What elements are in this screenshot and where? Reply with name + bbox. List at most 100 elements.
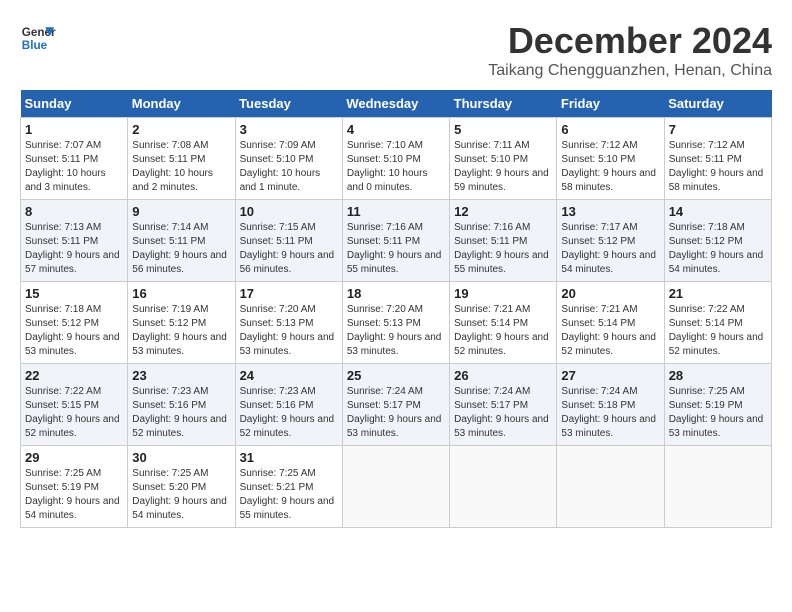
day-detail: Sunrise: 7:21 AMSunset: 5:14 PMDaylight:… xyxy=(561,303,659,359)
calendar-cell: 9 Sunrise: 7:14 AMSunset: 5:11 PMDaylight… xyxy=(128,200,235,282)
calendar-cell: 15 Sunrise: 7:18 AMSunset: 5:12 PMDayligh… xyxy=(21,282,128,364)
day-number: 29 xyxy=(25,450,123,465)
day-number: 28 xyxy=(669,368,767,383)
day-detail: Sunrise: 7:24 AMSunset: 5:17 PMDaylight:… xyxy=(347,385,445,441)
calendar-cell: 24 Sunrise: 7:23 AMSunset: 5:16 PMDayligh… xyxy=(235,364,342,446)
day-detail: Sunrise: 7:16 AMSunset: 5:11 PMDaylight:… xyxy=(454,221,552,277)
weekday-header-wednesday: Wednesday xyxy=(342,90,449,118)
day-number: 11 xyxy=(347,204,445,219)
day-number: 27 xyxy=(561,368,659,383)
calendar-cell: 8Sunrise: 7:13 AMSunset: 5:11 PMDaylight… xyxy=(21,200,128,282)
day-detail: Sunrise: 7:12 AMSunset: 5:10 PMDaylight:… xyxy=(561,139,659,195)
day-detail: Sunrise: 7:07 AMSunset: 5:11 PMDaylight:… xyxy=(25,139,123,195)
calendar-cell: 5 Sunrise: 7:11 AMSunset: 5:10 PMDaylight… xyxy=(450,118,557,200)
calendar-cell: 18 Sunrise: 7:20 AMSunset: 5:13 PMDayligh… xyxy=(342,282,449,364)
day-number: 16 xyxy=(132,286,230,301)
calendar-cell: 13 Sunrise: 7:17 AMSunset: 5:12 PMDayligh… xyxy=(557,200,664,282)
month-title: December 2024 xyxy=(488,20,772,62)
day-detail: Sunrise: 7:12 AMSunset: 5:11 PMDaylight:… xyxy=(669,139,767,195)
calendar-cell: 4 Sunrise: 7:10 AMSunset: 5:10 PMDaylight… xyxy=(342,118,449,200)
day-number: 3 xyxy=(240,122,338,137)
day-number: 21 xyxy=(669,286,767,301)
location: Taikang Chengguanzhen, Henan, China xyxy=(488,62,772,80)
title-block: December 2024 Taikang Chengguanzhen, Hen… xyxy=(488,20,772,80)
calendar-cell: 6 Sunrise: 7:12 AMSunset: 5:10 PMDaylight… xyxy=(557,118,664,200)
day-number: 13 xyxy=(561,204,659,219)
calendar-cell: 3 Sunrise: 7:09 AMSunset: 5:10 PMDaylight… xyxy=(235,118,342,200)
calendar-cell: 27 Sunrise: 7:24 AMSunset: 5:18 PMDayligh… xyxy=(557,364,664,446)
day-number: 15 xyxy=(25,286,123,301)
day-detail: Sunrise: 7:11 AMSunset: 5:10 PMDaylight:… xyxy=(454,139,552,195)
day-detail: Sunrise: 7:22 AMSunset: 5:14 PMDaylight:… xyxy=(669,303,767,359)
calendar-cell: 7 Sunrise: 7:12 AMSunset: 5:11 PMDaylight… xyxy=(664,118,771,200)
calendar-cell xyxy=(450,446,557,528)
weekday-header-thursday: Thursday xyxy=(450,90,557,118)
day-number: 4 xyxy=(347,122,445,137)
calendar-cell: 31 Sunrise: 7:25 AMSunset: 5:21 PMDayligh… xyxy=(235,446,342,528)
calendar-cell: 22Sunrise: 7:22 AMSunset: 5:15 PMDayligh… xyxy=(21,364,128,446)
calendar-week-row: 22Sunrise: 7:22 AMSunset: 5:15 PMDayligh… xyxy=(21,364,772,446)
day-number: 14 xyxy=(669,204,767,219)
day-number: 22 xyxy=(25,368,123,383)
calendar-cell: 11Sunrise: 7:16 AMSunset: 5:11 PMDayligh… xyxy=(342,200,449,282)
day-number: 18 xyxy=(347,286,445,301)
day-number: 20 xyxy=(561,286,659,301)
svg-text:Blue: Blue xyxy=(22,39,48,52)
day-detail: Sunrise: 7:23 AMSunset: 5:16 PMDaylight:… xyxy=(240,385,338,441)
day-detail: Sunrise: 7:20 AMSunset: 5:13 PMDaylight:… xyxy=(347,303,445,359)
calendar-week-row: 8Sunrise: 7:13 AMSunset: 5:11 PMDaylight… xyxy=(21,200,772,282)
day-number: 17 xyxy=(240,286,338,301)
logo: General Blue xyxy=(20,20,56,56)
day-number: 1 xyxy=(25,122,123,137)
day-detail: Sunrise: 7:10 AMSunset: 5:10 PMDaylight:… xyxy=(347,139,445,195)
weekday-header-tuesday: Tuesday xyxy=(235,90,342,118)
calendar-cell: 25 Sunrise: 7:24 AMSunset: 5:17 PMDayligh… xyxy=(342,364,449,446)
day-number: 9 xyxy=(132,204,230,219)
day-number: 12 xyxy=(454,204,552,219)
day-detail: Sunrise: 7:25 AMSunset: 5:19 PMDaylight:… xyxy=(25,467,123,523)
day-number: 5 xyxy=(454,122,552,137)
day-detail: Sunrise: 7:25 AMSunset: 5:21 PMDaylight:… xyxy=(240,467,338,523)
calendar-cell xyxy=(557,446,664,528)
day-number: 25 xyxy=(347,368,445,383)
day-detail: Sunrise: 7:21 AMSunset: 5:14 PMDaylight:… xyxy=(454,303,552,359)
day-detail: Sunrise: 7:20 AMSunset: 5:13 PMDaylight:… xyxy=(240,303,338,359)
calendar-week-row: 1 Sunrise: 7:07 AMSunset: 5:11 PMDaylight… xyxy=(21,118,772,200)
day-detail: Sunrise: 7:23 AMSunset: 5:16 PMDaylight:… xyxy=(132,385,230,441)
calendar-cell: 12 Sunrise: 7:16 AMSunset: 5:11 PMDayligh… xyxy=(450,200,557,282)
day-detail: Sunrise: 7:25 AMSunset: 5:19 PMDaylight:… xyxy=(669,385,767,441)
day-detail: Sunrise: 7:15 AMSunset: 5:11 PMDaylight:… xyxy=(240,221,338,277)
calendar-cell: 16Sunrise: 7:19 AMSunset: 5:12 PMDayligh… xyxy=(128,282,235,364)
day-detail: Sunrise: 7:14 AMSunset: 5:11 PMDaylight:… xyxy=(132,221,230,277)
day-detail: Sunrise: 7:09 AMSunset: 5:10 PMDaylight:… xyxy=(240,139,338,195)
day-number: 7 xyxy=(669,122,767,137)
day-number: 19 xyxy=(454,286,552,301)
calendar-cell: 2Sunrise: 7:08 AMSunset: 5:11 PMDaylight… xyxy=(128,118,235,200)
calendar-cell xyxy=(664,446,771,528)
day-number: 6 xyxy=(561,122,659,137)
day-number: 24 xyxy=(240,368,338,383)
weekday-header-saturday: Saturday xyxy=(664,90,771,118)
page-header: General Blue December 2024 Taikang Cheng… xyxy=(20,20,772,80)
calendar-cell: 20 Sunrise: 7:21 AMSunset: 5:14 PMDayligh… xyxy=(557,282,664,364)
calendar-cell: 21 Sunrise: 7:22 AMSunset: 5:14 PMDayligh… xyxy=(664,282,771,364)
day-detail: Sunrise: 7:18 AMSunset: 5:12 PMDaylight:… xyxy=(25,303,123,359)
calendar-week-row: 15 Sunrise: 7:18 AMSunset: 5:12 PMDayligh… xyxy=(21,282,772,364)
weekday-header-row: SundayMondayTuesdayWednesdayThursdayFrid… xyxy=(21,90,772,118)
calendar-cell: 23 Sunrise: 7:23 AMSunset: 5:16 PMDayligh… xyxy=(128,364,235,446)
calendar-cell: 10Sunrise: 7:15 AMSunset: 5:11 PMDayligh… xyxy=(235,200,342,282)
calendar-week-row: 29 Sunrise: 7:25 AMSunset: 5:19 PMDayligh… xyxy=(21,446,772,528)
weekday-header-sunday: Sunday xyxy=(21,90,128,118)
day-number: 30 xyxy=(132,450,230,465)
calendar-cell: 30 Sunrise: 7:25 AMSunset: 5:20 PMDayligh… xyxy=(128,446,235,528)
calendar-cell xyxy=(342,446,449,528)
day-number: 26 xyxy=(454,368,552,383)
calendar-cell: 29 Sunrise: 7:25 AMSunset: 5:19 PMDayligh… xyxy=(21,446,128,528)
day-detail: Sunrise: 7:25 AMSunset: 5:20 PMDaylight:… xyxy=(132,467,230,523)
day-detail: Sunrise: 7:17 AMSunset: 5:12 PMDaylight:… xyxy=(561,221,659,277)
calendar-table: SundayMondayTuesdayWednesdayThursdayFrid… xyxy=(20,90,772,528)
calendar-cell: 14Sunrise: 7:18 AMSunset: 5:12 PMDayligh… xyxy=(664,200,771,282)
day-detail: Sunrise: 7:24 AMSunset: 5:18 PMDaylight:… xyxy=(561,385,659,441)
day-number: 23 xyxy=(132,368,230,383)
day-number: 31 xyxy=(240,450,338,465)
